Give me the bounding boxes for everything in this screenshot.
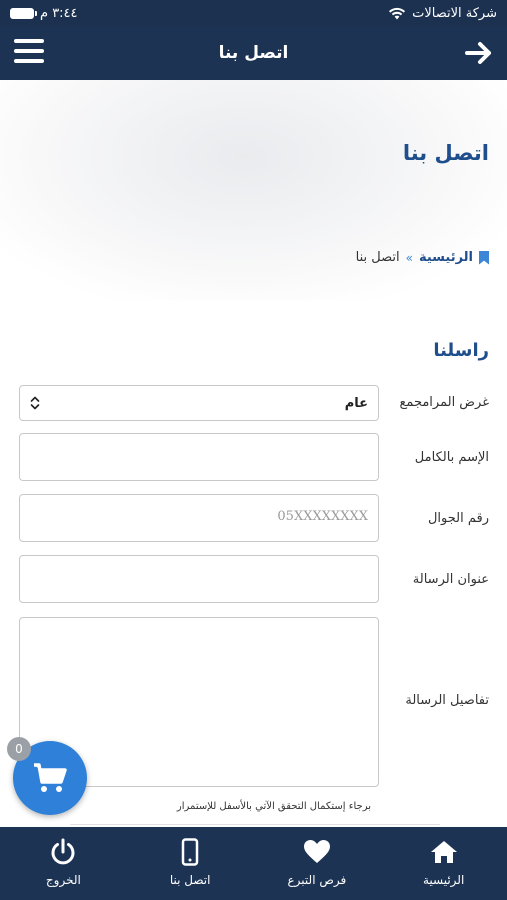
nav-item-logout[interactable]: الخروج: [0, 827, 127, 900]
nav-item-home[interactable]: الرئيسية: [380, 827, 507, 900]
menu-button[interactable]: [14, 39, 44, 67]
nav-item-contact[interactable]: اتصل بنا: [127, 827, 254, 900]
wifi-icon: [389, 7, 406, 19]
carrier-name: شركة الاتصالات: [412, 5, 497, 21]
menu-icon-bar: [14, 59, 44, 63]
nav-item-donation-opportunities[interactable]: فرص التبرع: [254, 827, 381, 900]
details-label: تفاصيل الرسالة: [405, 693, 489, 708]
breadcrumb-home-link[interactable]: الرئيسية: [419, 250, 473, 265]
page-title: اتصل بنا: [402, 141, 489, 165]
arrow-right-icon: [465, 42, 491, 64]
phone-icon: [175, 837, 205, 867]
status-left: ٣:٤٤ م: [10, 6, 78, 21]
purpose-label: غرض المرامجمع: [399, 395, 489, 410]
cart-count-badge: 0: [7, 737, 31, 761]
app-bar: اتصل بنا: [0, 26, 507, 80]
mobile-placeholder: 05XXXXXXXX: [277, 509, 368, 524]
breadcrumb-separator: »: [405, 250, 413, 265]
menu-icon-bar: [14, 39, 44, 43]
status-time: ٣:٤٤ م: [40, 5, 78, 21]
breadcrumb: الرئيسية » اتصل بنا: [356, 250, 489, 265]
nav-label-donation: فرص التبرع: [287, 873, 347, 887]
breadcrumb-current: اتصل بنا: [355, 250, 400, 265]
mobile-input[interactable]: 05XXXXXXXX: [19, 494, 379, 542]
nav-label-logout: الخروج: [45, 873, 81, 887]
select-arrows-icon: [30, 396, 40, 410]
hero-banner: [0, 80, 507, 300]
status-right: شركة الاتصالات: [388, 6, 497, 21]
nav-label-contact: اتصل بنا: [169, 873, 211, 887]
app-bar-title: اتصل بنا: [218, 43, 289, 63]
back-button[interactable]: [463, 37, 495, 69]
heart-icon: [302, 837, 332, 867]
cart-icon: [34, 763, 67, 792]
menu-icon-bar: [14, 49, 44, 53]
power-icon: [48, 837, 78, 867]
purpose-select[interactable]: عام: [19, 385, 379, 421]
status-bar: ٣:٤٤ م شركة الاتصالات: [0, 0, 507, 26]
battery-icon: [10, 7, 37, 19]
form-section-title: راسلنا: [433, 340, 489, 361]
purpose-select-value: عام: [344, 395, 368, 411]
bookmark-icon: [479, 250, 489, 265]
subject-label: عنوان الرسالة: [412, 572, 489, 587]
fullname-input[interactable]: [19, 433, 379, 481]
home-icon: [429, 837, 459, 867]
captcha-hint: برجاء إستكمال التحقق الآتي بالأسفل للإست…: [176, 801, 371, 812]
subject-input[interactable]: [19, 555, 379, 603]
bottom-nav: الرئيسية فرص التبرع اتصل بنا الخروج: [0, 827, 507, 900]
mobile-label: رقم الجوال: [427, 511, 489, 526]
fullname-label: الإسم بالكامل: [414, 450, 489, 465]
nav-label-home: الرئيسية: [422, 873, 465, 887]
